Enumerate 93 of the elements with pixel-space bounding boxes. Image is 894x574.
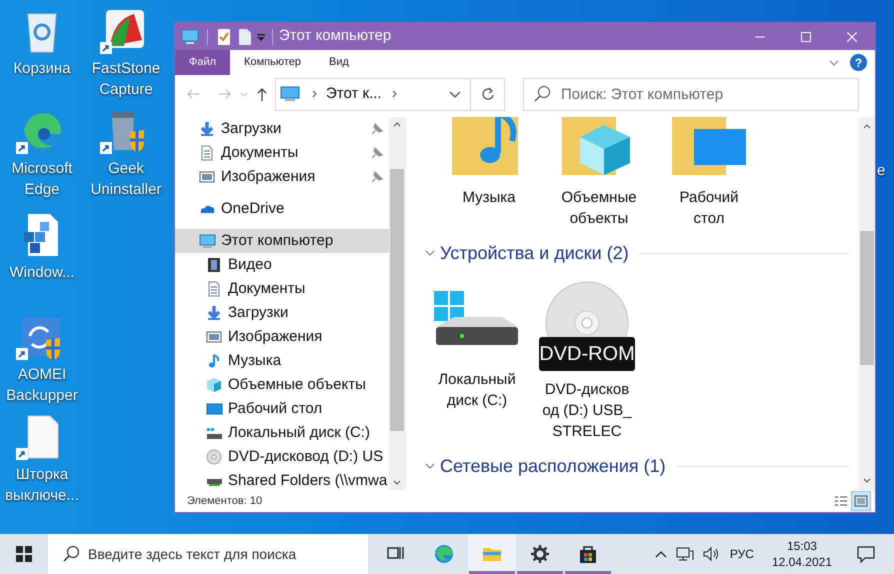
folder-label[interactable]: Объемные объекты [554, 187, 644, 229]
search-icon [62, 545, 80, 563]
disc-icon [206, 449, 223, 465]
volume-icon[interactable] [702, 546, 720, 562]
ribbon-tab[interactable]: Файл [175, 50, 230, 75]
desktop-icon-label[interactable]: FastStone Capture [84, 58, 168, 100]
nav-label: Документы [221, 142, 300, 163]
nav-item[interactable]: Shared Folders (\\vmwa [175, 469, 389, 490]
scrollbar[interactable] [859, 117, 875, 490]
drive-label[interactable]: DVD-дисковод (D:) USB_STRELEC [542, 379, 632, 442]
windows-logo-icon [16, 546, 32, 562]
language-indicator[interactable]: РУС [730, 545, 754, 563]
clock-time[interactable]: 15:03 [786, 538, 817, 554]
nav-label: OneDrive [221, 198, 286, 219]
scroll-thumb[interactable] [860, 231, 874, 365]
nav-label: Локальный диск (C:) [228, 422, 371, 443]
nav-label: DVD-дисковод (D:) US [228, 446, 384, 467]
desktop-icon [206, 401, 223, 417]
nav-item[interactable]: Документы [175, 277, 389, 301]
folder-label[interactable]: Рабочий стол [664, 187, 754, 229]
film-icon [206, 257, 223, 273]
running-indicator [565, 571, 611, 574]
nav-item[interactable]: Загрузки [175, 117, 389, 141]
large-icons-view-icon [854, 495, 868, 507]
computer-icon [181, 28, 199, 44]
search-field[interactable]: Поиск: Этот компьютер [523, 78, 859, 110]
nav-label: Этот компьютер [221, 230, 334, 251]
browser-swirl-icon [434, 544, 454, 564]
nav-item[interactable]: Музыка [175, 349, 389, 373]
nav-item[interactable]: Изображения [175, 325, 389, 349]
window-title: Этот компьютер [279, 26, 392, 46]
nav-item[interactable]: Видео [175, 253, 389, 277]
minimize-icon [755, 36, 765, 38]
drive-label-badge: DVD-ROM [539, 337, 635, 371]
large-icons-view-button[interactable] [851, 491, 871, 511]
nav-label: Документы [228, 278, 306, 299]
nav-item[interactable]: Загрузки [175, 301, 389, 325]
gear-icon [530, 544, 550, 564]
scroll-thumb[interactable] [390, 169, 404, 431]
scrollbar[interactable] [389, 117, 405, 490]
nav-label: Рабочий стол [228, 398, 324, 419]
clock-date[interactable]: 12.04.2021 [772, 554, 832, 570]
nav-label: Видео [228, 254, 273, 275]
picture-icon [206, 329, 223, 345]
ribbon-tab[interactable]: Вид [314, 50, 363, 75]
drive-label[interactable]: Локальный диск (C:) [427, 369, 527, 411]
up-arrow-icon[interactable] [255, 86, 269, 102]
nav-label: Загрузки [221, 118, 282, 139]
address-bar[interactable]: Этот к... [275, 78, 505, 110]
ribbon-tab[interactable]: Компьютер [230, 50, 315, 75]
close-icon [847, 32, 857, 42]
nav-item[interactable]: DVD-дисковод (D:) US [175, 445, 389, 469]
refresh-icon [480, 87, 494, 101]
nav-label: Объемные объекты [228, 374, 367, 395]
address-path: Этот к... [326, 84, 382, 104]
download-arrow-icon [206, 305, 223, 321]
running-indicator [517, 571, 563, 574]
desktop-icon-label[interactable]: e [877, 160, 886, 182]
nav-label: Изображения [228, 326, 324, 347]
shopping-bag-icon [578, 544, 598, 564]
group-header[interactable]: Устройства и диски (2) [440, 240, 629, 266]
nav-item[interactable]: Рабочий стол [175, 397, 389, 421]
details-view-icon [834, 495, 848, 507]
nav-item[interactable]: Локальный диск (C:) [175, 421, 389, 445]
search-icon [533, 84, 551, 102]
maximize-icon [801, 32, 811, 42]
nav-label: Shared Folders (\\vmwa [228, 470, 388, 490]
picture-icon [199, 169, 216, 185]
computer-icon [199, 233, 216, 249]
status-text: Элементов: 10 [187, 494, 262, 509]
nav-label: Музыка [228, 350, 282, 371]
cube-icon [206, 377, 223, 393]
running-indicator [469, 571, 515, 574]
nav-item[interactable]: Изображения [175, 165, 389, 189]
hard-drive-icon [206, 425, 223, 441]
help-button[interactable]: ? [850, 54, 867, 71]
dropdown-icon[interactable] [256, 32, 266, 42]
computer-icon [280, 86, 300, 102]
nav-item[interactable]: Этот компьютер [175, 229, 389, 253]
nav-item[interactable]: Документы [175, 141, 389, 165]
nav-item[interactable]: Объемные объекты [175, 373, 389, 397]
download-arrow-icon [199, 121, 216, 137]
page-icon[interactable] [238, 28, 252, 46]
notification-icon[interactable] [856, 545, 876, 563]
network-icon[interactable] [676, 546, 694, 562]
checklist-icon[interactable] [216, 28, 232, 46]
nav-label: Изображения [221, 166, 316, 187]
nav-label: Загрузки [228, 302, 290, 323]
folder-label[interactable]: Музыка [444, 187, 534, 208]
group-header[interactable]: Сетевые расположения (1) [440, 452, 666, 480]
nav-item[interactable]: OneDrive [175, 197, 389, 221]
taskbar-search-field[interactable]: Введите здесь текст для поиска [48, 534, 368, 574]
desktop-icon-label[interactable]: Geek Uninstaller [84, 158, 168, 200]
